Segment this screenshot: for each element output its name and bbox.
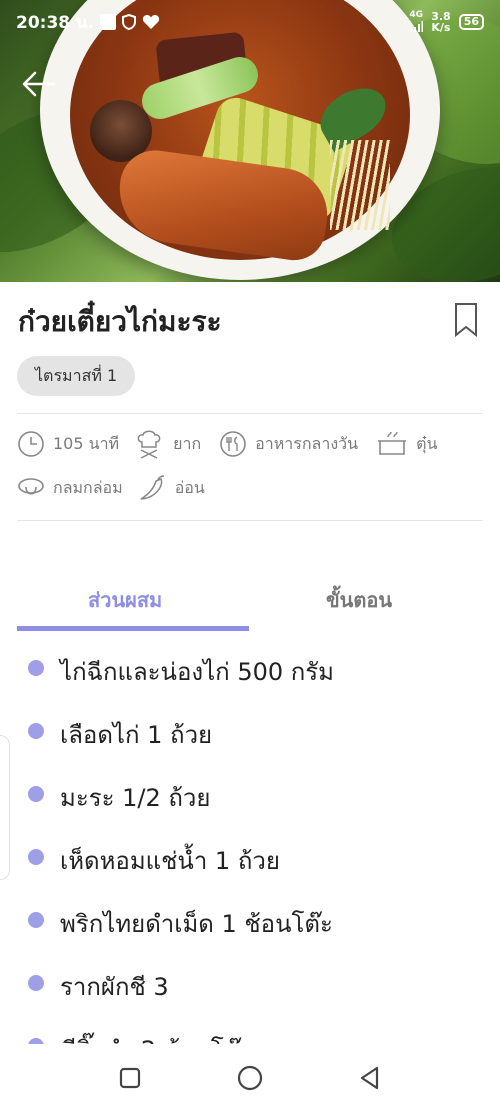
square-icon [119,1067,141,1088]
recents-button[interactable] [110,1058,150,1098]
signal-indicator: 4G [409,10,424,35]
meta-spiciness: อ่อน [174,477,205,497]
fork-spoon-icon [220,431,246,457]
meta-method: ตุ๋น [416,433,438,453]
meta-taste: กลมกล่อม [53,477,123,497]
shield-icon [122,14,137,30]
meta-time: 105 นาที [53,433,120,453]
circle-icon [237,1065,263,1090]
ingredient-list[interactable]: ไก่ฉีกและน่องไก่ 500 กรัม เลือดไก่ 1 ถ้ว… [0,632,500,1044]
active-tab-indicator [17,626,249,631]
bullet-icon [28,849,44,865]
pot-icon [378,431,407,455]
back-button[interactable] [18,64,58,104]
battery-indicator: 56 [458,14,484,30]
bullet-icon [28,786,44,802]
bullet-icon [28,723,44,739]
edge-panel-handle[interactable] [0,735,10,880]
status-time: 20:38 น. [16,12,95,33]
tongue-icon [18,478,44,495]
heart-icon [143,15,160,29]
home-button[interactable] [230,1058,270,1098]
bullet-icon [28,975,44,991]
divider [17,413,483,414]
category-chip[interactable]: ไตรมาสที่ 1 [17,356,136,396]
back-nav-button[interactable] [350,1058,390,1098]
navigation-bar [0,1044,500,1111]
recipe-meta-row: กลมกล่อม อ่อน [17,474,205,502]
chef-hat-icon [137,430,161,459]
status-bar: 20:38 น. 4G 3.8 K/s 56 [0,0,500,44]
divider [17,520,483,521]
chili-icon [140,475,164,500]
tab-steps[interactable]: ขั้นตอน [326,584,392,616]
recipe-meta-row: 105 นาที ยาก อาหารกลางวัน ตุ๋น [17,428,437,460]
tab-ingredients[interactable]: ส่วนผสม [88,584,162,616]
signal-icon [410,20,424,32]
bookmark-icon[interactable] [452,302,480,338]
network-speed: 3.8 K/s [431,10,451,34]
notification-icon [100,14,117,30]
bullet-icon [28,660,44,676]
meta-difficulty: ยาก [173,433,202,453]
arrow-left-icon [22,71,56,97]
clock-icon [18,431,44,457]
bullet-icon [28,912,44,928]
meta-meal: อาหารกลางวัน [255,433,359,453]
triangle-back-icon [360,1066,379,1089]
recipe-title: ก๋วยเตี๋ยวไก่มะระ [18,305,222,338]
